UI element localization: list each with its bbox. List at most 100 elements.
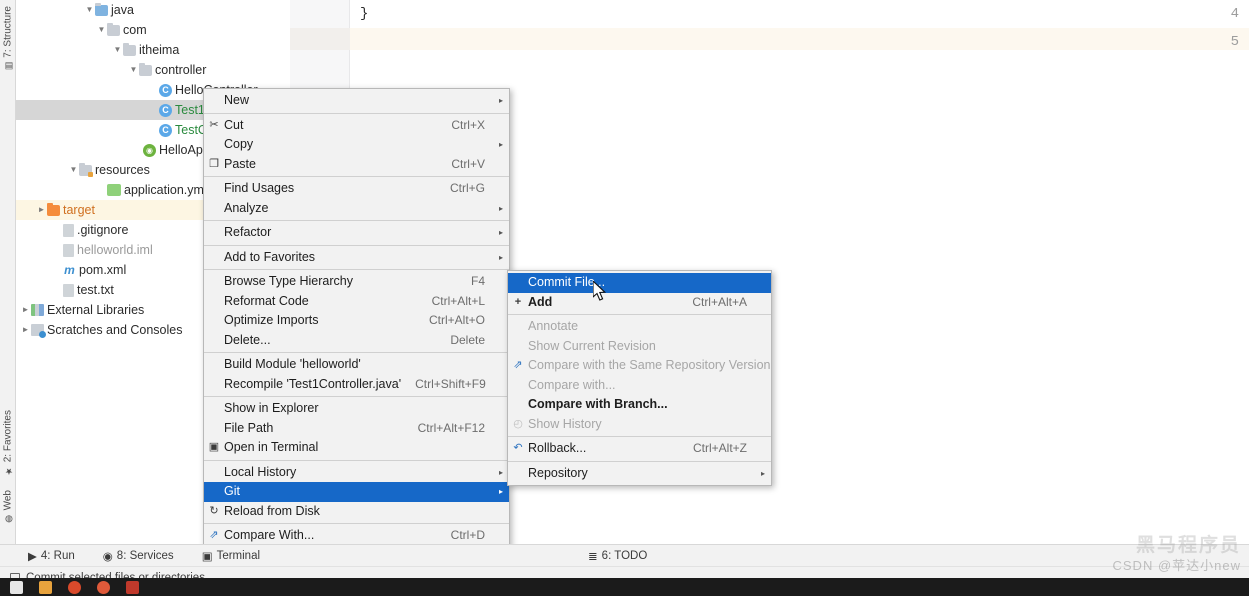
tool-button-label: 8: Services: [116, 549, 174, 562]
menu-item-compare-with-branch[interactable]: Compare with Branch...: [508, 395, 771, 415]
menu-item-label: Annotate: [528, 319, 579, 333]
menu-item-label: Commit File...: [528, 275, 606, 289]
menu-item-label: Show Current Revision: [528, 338, 656, 353]
menu-item-file-path[interactable]: File Path Ctrl+Alt+F12: [204, 419, 509, 439]
tool-button-label: Terminal: [216, 549, 261, 562]
folder-icon: [107, 22, 120, 36]
chrome-icon[interactable]: [97, 580, 110, 594]
menu-separator: [508, 436, 771, 437]
chevron-right-icon[interactable]: ►: [36, 200, 47, 220]
menu-item-find-usages[interactable]: Find Usages Ctrl+G: [204, 179, 509, 199]
tree-item-label: .gitignore: [77, 223, 129, 237]
menu-item-compare-with[interactable]: ⇗ Compare With... Ctrl+D: [204, 526, 509, 546]
menu-item-shortcut: Ctrl+Alt+Z: [692, 441, 747, 455]
idea-icon[interactable]: [126, 580, 139, 594]
menu-item-optimize-imports[interactable]: Optimize Imports Ctrl+Alt+O: [204, 311, 509, 331]
menu-item-label: Optimize Imports: [224, 313, 319, 327]
tree-item-java[interactable]: ▼ java: [16, 0, 290, 20]
menu-separator: [204, 459, 509, 461]
menu-item-annotate: Annotate: [508, 317, 771, 337]
menu-item-open-in-terminal[interactable]: ▣ Open in Terminal: [204, 438, 509, 458]
terminal-icon: ▣: [201, 550, 213, 563]
menu-item-recompile-test1controller-java[interactable]: Recompile 'Test1Controller.java' Ctrl+Shi…: [204, 375, 509, 395]
tree-item-com[interactable]: ▼ com: [16, 20, 290, 40]
menu-item-label: Compare with Branch...: [528, 397, 668, 411]
library-icon: [31, 304, 44, 316]
menu-item-label: Open in Terminal: [224, 440, 319, 454]
menu-item-repository[interactable]: Repository ▸: [508, 464, 771, 484]
menu-item-paste[interactable]: ❐ Paste Ctrl+V: [204, 155, 509, 175]
chevron-down-icon[interactable]: ▼: [96, 20, 107, 40]
menu-item-cut[interactable]: ✂ Cut Ctrl+X: [204, 116, 509, 136]
spring-boot-icon: ◉: [143, 143, 156, 157]
menu-item-analyze[interactable]: Analyze ▸: [204, 199, 509, 219]
menu-item-shortcut: Ctrl+V: [451, 156, 485, 171]
menu-item-label: Delete...: [224, 332, 271, 347]
menu-item-shortcut: Ctrl+D: [450, 528, 485, 542]
menu-item-label: Git: [224, 484, 240, 498]
chevron-down-icon[interactable]: ▼: [68, 160, 79, 180]
menu-item-label: Show History: [528, 416, 602, 431]
menu-item-show-in-explorer[interactable]: Show in Explorer: [204, 399, 509, 419]
tool-button-run[interactable]: ▶ 4: Run: [14, 549, 89, 563]
java-class-icon: C: [159, 103, 172, 117]
context-menu[interactable]: New ▸ ✂ Cut Ctrl+X Copy ▸ ❐ Paste Ctrl+V Find Usag…: [203, 88, 510, 596]
submenu-arrow-icon: ▸: [498, 140, 503, 149]
menu-item-reformat-code[interactable]: Reformat Code Ctrl+Alt+L: [204, 292, 509, 312]
menu-item-copy[interactable]: Copy ▸: [204, 135, 509, 155]
tool-window-bar: ▶ 4: Run ◉ 8: Services ▣ Terminal ≣ 6: T…: [0, 544, 1249, 566]
menu-item-reload-from-disk[interactable]: ↻ Reload from Disk: [204, 502, 509, 522]
tree-item-label: External Libraries: [47, 303, 145, 317]
ide-window: ▤ 7: Structure ★ 2: Favorites ◍ Web ▼ jav…: [0, 0, 1249, 596]
chevron-right-icon[interactable]: ►: [20, 300, 31, 320]
menu-item-local-history[interactable]: Local History ▸: [204, 463, 509, 483]
menu-item-build-module-helloworld[interactable]: Build Module 'helloworld': [204, 355, 509, 375]
left-tool-strip: ▤ 7: Structure ★ 2: Favorites ◍ Web: [0, 0, 16, 568]
menu-item-shortcut: Ctrl+Shift+F9: [415, 376, 486, 391]
browser-icon[interactable]: [68, 580, 81, 594]
chevron-down-icon[interactable]: ▼: [128, 60, 139, 80]
tool-button-label: 6: TODO: [601, 549, 648, 562]
start-icon[interactable]: [10, 580, 23, 594]
java-class-icon: C: [159, 83, 172, 97]
menu-item-refactor[interactable]: Refactor ▸: [204, 223, 509, 243]
submenu-arrow-icon: ▸: [498, 252, 503, 262]
menu-item-label: Compare with the Same Repository Version: [528, 358, 771, 372]
menu-separator: [204, 244, 509, 246]
menu-item-add[interactable]: + Add Ctrl+Alt+A: [508, 293, 771, 313]
sidebar-tab-structure[interactable]: ▤ 7: Structure: [0, 4, 16, 73]
submenu-arrow-icon: ▸: [498, 467, 503, 477]
menu-item-new[interactable]: New ▸: [204, 91, 509, 111]
sidebar-tab-web[interactable]: ◍ Web: [0, 488, 16, 525]
menu-item-git[interactable]: Git ▸: [204, 482, 509, 502]
sidebar-tab-favorites[interactable]: ★ 2: Favorites: [0, 408, 16, 477]
menu-item-shortcut: Ctrl+G: [449, 181, 485, 195]
chevron-right-icon[interactable]: ►: [20, 320, 31, 340]
tree-item-itheima[interactable]: ▼ itheima: [16, 40, 290, 60]
menu-item-shortcut: Ctrl+Alt+A: [692, 294, 747, 309]
menu-item-label: Refactor: [224, 225, 272, 239]
git-submenu[interactable]: Commit File... + Add Ctrl+Alt+A Annotate Show…: [507, 270, 772, 486]
menu-item-shortcut: Ctrl+Alt+F12: [417, 420, 485, 435]
menu-item-browse-type-hierarchy[interactable]: Browse Type Hierarchy F4: [204, 272, 509, 292]
tree-item-controller[interactable]: ▼ controller: [16, 60, 290, 80]
menu-item-add-to-favorites[interactable]: Add to Favorites ▸: [204, 248, 509, 268]
menu-item-label: Find Usages: [224, 181, 295, 195]
menu-item-commit-file[interactable]: Commit File...: [508, 273, 771, 293]
services-icon: ◉: [102, 550, 113, 563]
chevron-down-icon[interactable]: ▼: [84, 0, 95, 20]
submenu-arrow-icon: ▸: [498, 487, 503, 496]
menu-separator: [204, 176, 509, 177]
file-icon: [63, 243, 74, 257]
tool-button-services[interactable]: ◉ 8: Services: [89, 549, 188, 563]
chevron-down-icon[interactable]: ▼: [112, 40, 123, 60]
tool-button-todo[interactable]: ≣ 6: TODO: [574, 549, 661, 563]
file-explorer-icon[interactable]: [39, 580, 52, 594]
menu-item-rollback[interactable]: ↶ Rollback... Ctrl+Alt+Z: [508, 439, 771, 459]
menu-separator: [204, 396, 509, 397]
menu-item-label: Browse Type Hierarchy: [224, 274, 353, 288]
tool-button-terminal[interactable]: ▣ Terminal: [188, 549, 274, 563]
rollback-icon: ↶: [513, 442, 523, 454]
menu-item-delete[interactable]: Delete... Delete: [204, 331, 509, 351]
menu-item-label: Recompile 'Test1Controller.java': [224, 376, 402, 391]
